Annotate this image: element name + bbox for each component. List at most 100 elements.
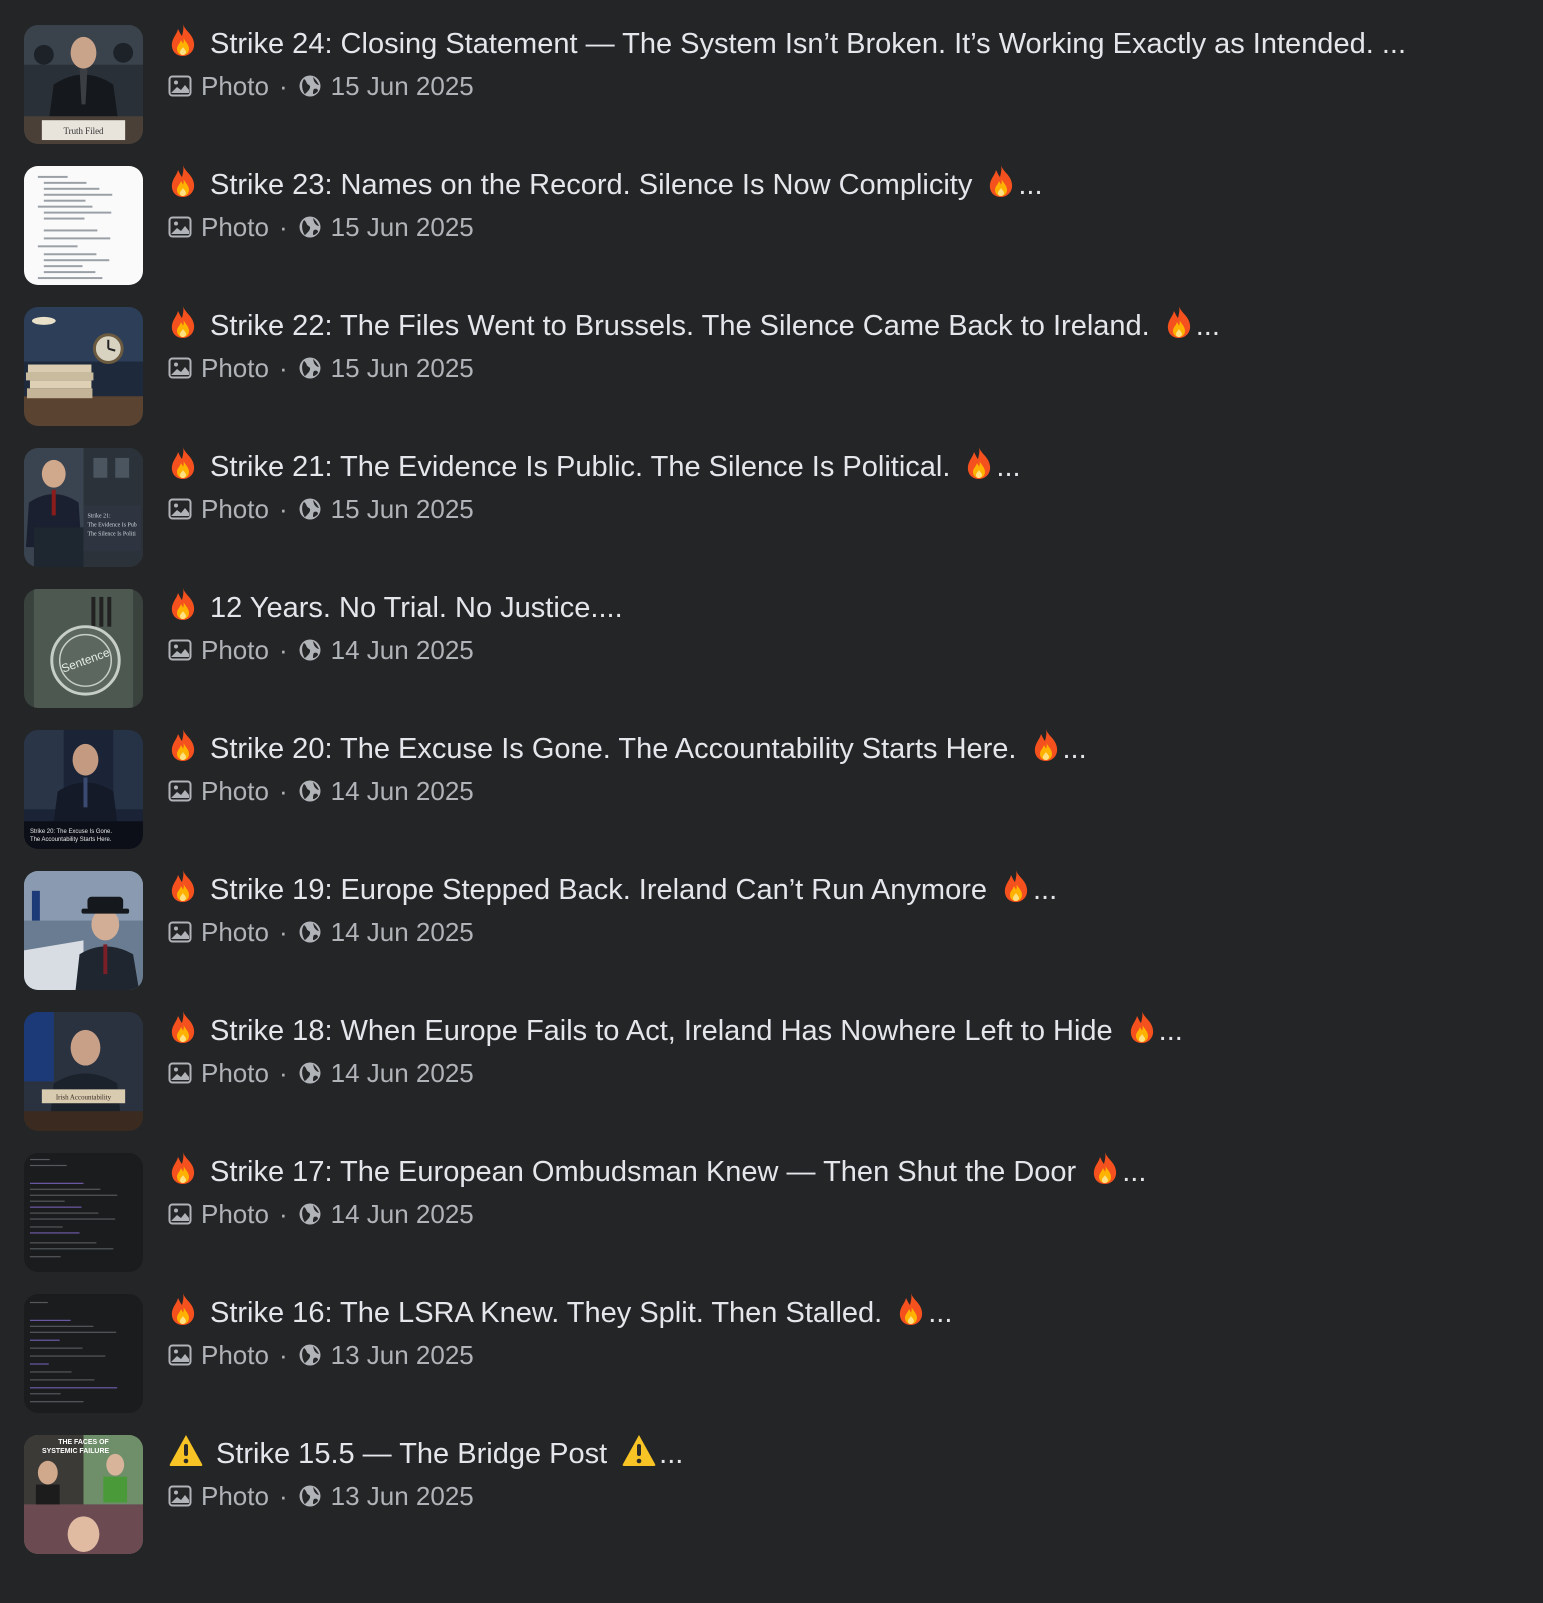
post-list-item[interactable]: Truth Filed Strike 24: Closing Statement … [0,0,1543,144]
post-title[interactable]: Strike 23: Names on the Record. Silence … [168,163,1518,207]
photo-icon [168,779,192,803]
post-title[interactable]: Strike 15.5 — The Bridge Post... [168,1432,1518,1476]
post-title-text: Strike 20: The Excuse Is Gone. The Accou… [210,733,1017,765]
globe-icon [298,356,322,380]
post-thumbnail[interactable]: Strike 21: The Evidence Is Pub The Silence… [24,448,143,567]
post-thumbnail[interactable] [24,1153,143,1272]
globe-icon [298,497,322,521]
post-meta: Photo · 15 Jun 2025 [168,209,474,245]
fire-icon [168,1010,198,1044]
fire-icon [1001,869,1031,903]
post-title[interactable]: Strike 19: Europe Stepped Back. Ireland … [168,868,1518,912]
post-list-item[interactable]: THE FACES OF SYSTEMIC FAILURE Strike 15.5 … [0,1410,1543,1554]
title-ellipsis: ... [659,1438,684,1470]
meta-separator: · [278,353,288,383]
post-meta: Photo · 14 Jun 2025 [168,632,474,668]
fire-icon [168,869,198,903]
post-meta: Photo · 15 Jun 2025 [168,491,474,527]
post-type: Photo [201,1481,269,1511]
post-list: Truth Filed Strike 24: Closing Statement … [0,0,1543,1603]
fire-icon [168,164,198,198]
post-meta: Photo · 15 Jun 2025 [168,68,474,104]
photo-icon [168,1484,192,1508]
meta-separator: · [278,212,288,242]
title-ellipsis: ... [1033,874,1058,906]
post-date: 15 Jun 2025 [330,212,474,242]
post-list-item[interactable]: Irish Accountability Strike 18: When Euro… [0,987,1543,1131]
post-date: 13 Jun 2025 [330,1340,474,1370]
title-ellipsis: ... [1158,1015,1183,1047]
globe-icon [298,1202,322,1226]
globe-icon [298,1061,322,1085]
photo-icon [168,497,192,521]
post-thumbnail[interactable]: Irish Accountability [24,1012,143,1131]
post-meta: Photo · 15 Jun 2025 [168,350,474,386]
fire-icon [168,305,198,339]
post-title-text: Strike 16: The LSRA Knew. They Split. Th… [210,1297,883,1329]
meta-separator: · [278,776,288,806]
post-date: 15 Jun 2025 [330,494,474,524]
svg-text:SYSTEMIC FAILURE: SYSTEMIC FAILURE [42,1448,109,1455]
svg-text:Truth Filed: Truth Filed [63,126,104,136]
post-title[interactable]: Strike 21: The Evidence Is Public. The S… [168,445,1518,489]
post-thumbnail[interactable]: Truth Filed [24,25,143,144]
post-title-text: Strike 22: The Files Went to Brussels. T… [210,310,1150,342]
title-ellipsis: ... [1195,310,1220,342]
post-thumbnail[interactable] [24,1294,143,1413]
title-ellipsis: ... [1381,28,1406,60]
meta-separator: · [278,635,288,665]
post-list-item[interactable]: Strike 19: Europe Stepped Back. Ireland … [0,846,1543,990]
post-date: 14 Jun 2025 [330,776,474,806]
post-list-item[interactable]: Strike 20: The Excuse Is Gone. The Accoun… [0,705,1543,849]
fire-icon [168,1292,198,1326]
post-title[interactable]: Strike 17: The European Ombudsman Knew —… [168,1150,1518,1194]
post-list-item[interactable]: Strike 21: The Evidence Is Pub The Silence… [0,423,1543,567]
photo-icon [168,920,192,944]
post-type: Photo [201,1058,269,1088]
post-title-text: Strike 18: When Europe Fails to Act, Ire… [210,1015,1113,1047]
post-title[interactable]: Strike 22: The Files Went to Brussels. T… [168,304,1518,348]
globe-icon [298,74,322,98]
post-thumbnail[interactable] [24,166,143,285]
title-ellipsis: ... [1122,1156,1147,1188]
post-meta: Photo · 14 Jun 2025 [168,914,474,950]
fire-icon [1031,728,1061,762]
post-type: Photo [201,635,269,665]
post-list-item[interactable]: Strike 22: The Files Went to Brussels. T… [0,282,1543,426]
post-thumbnail[interactable]: Strike 20: The Excuse Is Gone. The Accoun… [24,730,143,849]
fire-icon [986,164,1016,198]
post-title[interactable]: Strike 24: Closing Statement — The Syste… [168,22,1518,66]
svg-text:Strike 20: The Excuse Is Gone.: Strike 20: The Excuse Is Gone. [30,829,112,835]
post-thumbnail[interactable]: Sentence [24,589,143,708]
photo-icon [168,638,192,662]
fire-icon [168,1151,198,1185]
post-list-item[interactable]: Strike 17: The European Ombudsman Knew —… [0,1128,1543,1272]
post-list-item[interactable]: Strike 16: The LSRA Knew. They Split. Th… [0,1269,1543,1413]
globe-icon [298,1343,322,1367]
post-list-item[interactable]: Strike 23: Names on the Record. Silence … [0,141,1543,285]
post-title[interactable]: Strike 16: The LSRA Knew. They Split. Th… [168,1291,1518,1335]
post-thumbnail[interactable] [24,307,143,426]
meta-separator: · [278,71,288,101]
post-list-item[interactable]: Sentence 12 Years. No Trial. No Justice..… [0,564,1543,708]
meta-separator: · [278,917,288,947]
svg-text:Strike 21:: Strike 21: [87,513,111,519]
post-title[interactable]: Strike 18: When Europe Fails to Act, Ire… [168,1009,1518,1053]
post-thumbnail[interactable] [24,871,143,990]
post-title-text: 12 Years. No Trial. No Justice.... [210,592,623,624]
post-title[interactable]: Strike 20: The Excuse Is Gone. The Accou… [168,727,1518,771]
svg-text:Irish Accountability: Irish Accountability [56,1093,112,1101]
post-meta: Photo · 14 Jun 2025 [168,1055,474,1091]
title-ellipsis: ... [1018,169,1043,201]
post-date: 14 Jun 2025 [330,635,474,665]
warning-icon [168,1433,204,1467]
post-meta: Photo · 14 Jun 2025 [168,773,474,809]
post-thumbnail[interactable]: THE FACES OF SYSTEMIC FAILURE [24,1435,143,1554]
post-type: Photo [201,212,269,242]
post-date: 14 Jun 2025 [330,1058,474,1088]
post-title-text: Strike 19: Europe Stepped Back. Ireland … [210,874,987,906]
globe-icon [298,920,322,944]
warning-icon [621,1433,657,1467]
post-title[interactable]: 12 Years. No Trial. No Justice.... [168,586,1518,630]
post-title-text: Strike 23: Names on the Record. Silence … [210,169,973,201]
